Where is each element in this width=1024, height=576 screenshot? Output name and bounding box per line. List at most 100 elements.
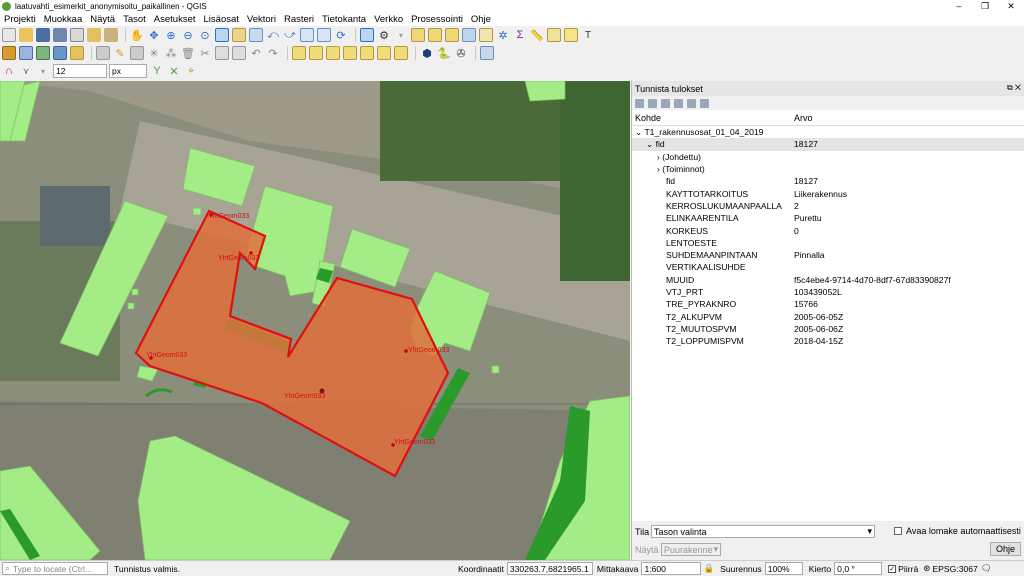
attribute-row[interactable]: T2_LOPPUMISPVM 2018-04-15Z — [632, 335, 1024, 347]
delete-selected-icon[interactable]: 🗑 — [181, 46, 195, 60]
label-show-icon[interactable] — [326, 46, 340, 60]
attribute-row[interactable]: ELINKAARENTILA Purettu — [632, 212, 1024, 224]
view-select[interactable]: Puurakenne ▾ — [661, 543, 721, 556]
clear-results-icon[interactable] — [674, 98, 683, 108]
scale-field[interactable]: 1:600 — [641, 562, 702, 575]
menu-muokkaa[interactable]: Muokkaa — [40, 14, 87, 25]
run-action-icon[interactable]: ⚙ — [377, 28, 391, 42]
menu-prosessointi[interactable]: Prosessointi — [407, 14, 467, 25]
attribute-row[interactable]: TRE_PYRAKNRO 15766 — [632, 298, 1024, 310]
qa-tool-icon[interactable] — [480, 46, 494, 60]
snapping-unit-select[interactable]: px — [109, 64, 147, 78]
open-project-icon[interactable] — [19, 28, 33, 42]
settings-tool-icon[interactable]: ✇ — [454, 46, 468, 60]
tracing-icon[interactable]: ⌖ — [184, 64, 198, 78]
attribute-row[interactable]: LENTOESTE — [632, 237, 1024, 249]
menu-verkko[interactable]: Verkko — [370, 14, 407, 25]
pan-to-selection-icon[interactable]: ✥ — [147, 28, 161, 42]
attribute-row[interactable]: KAYTTOTARKOITUS Liikerakennus — [632, 187, 1024, 199]
map-tips-icon[interactable] — [547, 28, 561, 42]
chevron-down-icon[interactable]: ⌄ — [646, 139, 653, 149]
save-edits-icon[interactable] — [130, 46, 144, 60]
chevron-down-icon[interactable]: ⌄ — [635, 127, 642, 137]
save-as-icon[interactable] — [53, 28, 67, 42]
attribute-row[interactable]: MUUID f5c4ebe4-9714-4d70-8df7-67d83390827… — [632, 274, 1024, 286]
lock-scale-icon[interactable]: 🔒 — [703, 563, 714, 574]
map-canvas[interactable]: YhtGeom033 YhtGeom033 YhtGeom033 YhtGeom… — [0, 81, 630, 560]
select-by-value-icon[interactable] — [428, 28, 442, 42]
add-database-icon[interactable] — [53, 46, 67, 60]
python-console-icon[interactable]: 🐍 — [437, 46, 451, 60]
tree-layer-row[interactable]: ⌄ T1_rakennusosat_01_04_2019 — [632, 126, 1024, 138]
add-feature-icon[interactable]: ✳ — [147, 46, 161, 60]
snap-vertex-icon[interactable]: ⋎ — [19, 64, 33, 78]
print-response-icon[interactable] — [700, 98, 709, 108]
zoom-in-icon[interactable]: ⊕ — [164, 28, 178, 42]
label-pin-icon[interactable] — [309, 46, 323, 60]
data-source-manager-icon[interactable] — [2, 46, 16, 60]
new-project-icon[interactable] — [2, 28, 16, 42]
processing-toolbox-icon[interactable]: ✲ — [496, 28, 510, 42]
attribute-row[interactable]: SUHDEMAANPINTAAN Pinnalla — [632, 249, 1024, 261]
attribute-row[interactable]: T2_MUUTOSPVM 2005-06-06Z — [632, 323, 1024, 335]
copy-features-icon[interactable] — [215, 46, 229, 60]
menu-asetukset[interactable]: Asetukset — [150, 14, 200, 25]
new-map-view-icon[interactable] — [300, 28, 314, 42]
print-layout-icon[interactable] — [70, 28, 84, 42]
add-wms-icon[interactable] — [70, 46, 84, 60]
minimize-button[interactable]: – — [946, 0, 972, 12]
collapse-tree-icon[interactable] — [648, 98, 657, 108]
current-edits-icon[interactable] — [96, 46, 110, 60]
messages-icon[interactable]: 🗨 — [981, 563, 992, 574]
deselect-icon[interactable] — [445, 28, 459, 42]
zoom-full-icon[interactable] — [215, 28, 229, 42]
diagram-move-icon[interactable] — [394, 46, 408, 60]
plugin-icon[interactable]: ⬢ — [420, 46, 434, 60]
column-feature[interactable]: Kohde — [632, 113, 792, 123]
label-rotate-icon[interactable] — [360, 46, 374, 60]
toggle-editing-icon[interactable]: ✎ — [113, 46, 127, 60]
style-manager-icon[interactable] — [104, 28, 118, 42]
measure-icon[interactable]: 📏 — [530, 28, 544, 42]
crs-globe-icon[interactable]: ⊛ — [923, 563, 930, 574]
snapping-magnet-icon[interactable]: ∩ — [2, 64, 16, 78]
snapping-tolerance-input[interactable]: 12 — [53, 64, 107, 78]
dropdown-arrow-icon[interactable]: ▾ — [36, 64, 50, 78]
expand-tree-icon[interactable] — [635, 98, 644, 108]
copy-feature-icon[interactable] — [687, 98, 696, 108]
locate-search-input[interactable]: ⌕ Type to locate (Ctrl... — [2, 562, 108, 575]
attribute-table-icon[interactable] — [462, 28, 476, 42]
maximize-button[interactable]: ❐ — [972, 0, 998, 12]
redo-icon[interactable]: ↷ — [266, 46, 280, 60]
chevron-right-icon[interactable]: › — [657, 152, 660, 162]
panel-window-buttons[interactable]: ⧉ ✕ — [1007, 83, 1021, 93]
save-project-icon[interactable] — [36, 28, 50, 42]
zoom-field[interactable]: 100% — [764, 562, 803, 575]
bookmarks-icon[interactable] — [564, 28, 578, 42]
tree-actions-row[interactable]: › (Toiminnot) — [632, 163, 1024, 175]
mode-select[interactable]: Tason valinta ▾ — [651, 525, 875, 538]
select-features-icon[interactable] — [411, 28, 425, 42]
menu-projekti[interactable]: Projekti — [0, 14, 40, 25]
new-3d-view-icon[interactable] — [317, 28, 331, 42]
menu-rasteri[interactable]: Rasteri — [280, 14, 318, 25]
expand-new-icon[interactable] — [661, 98, 670, 108]
attribute-row[interactable]: VERTIKAALISUHDE — [632, 261, 1024, 273]
close-button[interactable]: ✕ — [998, 0, 1024, 12]
vertex-tool-icon[interactable]: ⁂ — [164, 46, 178, 60]
text-annotation-icon[interactable]: T — [581, 28, 595, 42]
rotation-field[interactable]: 0,0 ° — [834, 562, 883, 575]
crs-label[interactable]: EPSG:3067 — [932, 564, 977, 574]
attribute-row[interactable]: KERROSLUKUMAANPAALLA 2 — [632, 200, 1024, 212]
cut-features-icon[interactable]: ✂ — [198, 46, 212, 60]
menu-tasot[interactable]: Tasot — [119, 14, 150, 25]
add-csv-layer-icon[interactable] — [36, 46, 50, 60]
label-move-icon[interactable] — [343, 46, 357, 60]
field-calculator-icon[interactable] — [479, 28, 493, 42]
column-value[interactable]: Arvo — [792, 113, 813, 123]
undo-icon[interactable]: ↶ — [249, 46, 263, 60]
attribute-row[interactable]: fid 18127 — [632, 175, 1024, 187]
layout-manager-icon[interactable] — [87, 28, 101, 42]
refresh-icon[interactable]: ⟳ — [334, 28, 348, 42]
tree-derived-row[interactable]: › (Johdettu) — [632, 151, 1024, 163]
